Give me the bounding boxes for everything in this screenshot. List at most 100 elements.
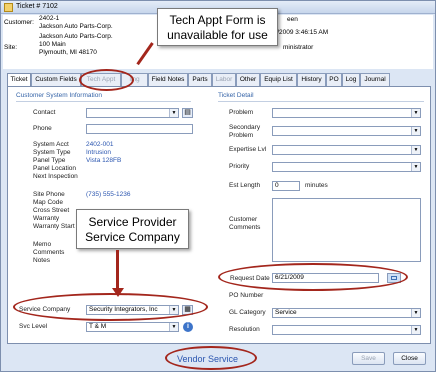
- chevron-down-icon: ▼: [169, 323, 178, 331]
- notes-label: Notes: [33, 257, 50, 264]
- system-type-value: Intrusion: [86, 149, 111, 156]
- warranty-label: Warranty: [33, 215, 60, 222]
- tab-custom-fields[interactable]: Custom Fields: [31, 73, 81, 86]
- header-right-3: ministrator: [283, 44, 314, 51]
- request-date-highlight: [218, 263, 408, 291]
- callout-arrow: [116, 250, 119, 290]
- contact-label: Contact: [33, 109, 56, 116]
- panel-type-label: Panel Type: [33, 157, 66, 164]
- phone-input[interactable]: [86, 124, 193, 134]
- warranty-start-label: Warranty Start: [33, 223, 75, 230]
- tab-other[interactable]: Other: [236, 73, 260, 86]
- chevron-down-icon: ▼: [411, 127, 420, 135]
- tab-history-label: History: [301, 76, 322, 83]
- panel-type-value: Vista 128FB: [86, 157, 122, 164]
- system-acct-label: System Acct: [33, 141, 69, 148]
- chevron-down-icon: ▼: [411, 326, 420, 334]
- svc-level-select[interactable]: T & M ▼: [86, 322, 179, 332]
- priority-label: Priority: [229, 163, 250, 170]
- tab-po[interactable]: PO: [326, 73, 342, 86]
- window-title: Ticket # 7102: [16, 3, 58, 10]
- priority-select[interactable]: ▼: [272, 162, 421, 172]
- card-icon: ▤: [184, 109, 191, 116]
- system-acct-value[interactable]: 2402-001: [86, 141, 113, 148]
- problem-label: Problem: [229, 109, 254, 116]
- tab-log-label: Log: [345, 76, 357, 83]
- svc-level-value: T & M: [89, 323, 107, 330]
- service-company-highlight: [13, 293, 208, 321]
- chevron-down-icon: ▼: [411, 109, 420, 117]
- tab-equip-list-label: Equip List: [264, 76, 293, 83]
- expertise-select[interactable]: ▼: [272, 145, 421, 155]
- contact-select[interactable]: ▼: [86, 108, 179, 118]
- svc-level-label: Svc Level: [19, 323, 48, 330]
- phone-label: Phone: [33, 125, 52, 132]
- save-button[interactable]: Save: [352, 352, 385, 365]
- close-button[interactable]: Close: [393, 352, 426, 365]
- tech-appt-callout: Tech Appt Form is unavailable for use: [157, 8, 278, 46]
- tab-journal[interactable]: Journal: [360, 73, 390, 86]
- section-divider: [218, 101, 424, 102]
- problem-select[interactable]: ▼: [272, 108, 421, 118]
- tab-po-label: PO: [329, 76, 339, 83]
- customer-system-section-title: Customer System Information: [16, 92, 102, 99]
- customer-acct: 2402-1: [39, 15, 60, 22]
- site-city: Plymouth, MI 48170: [39, 49, 97, 56]
- customer-comments-label: Customer Comments: [229, 216, 261, 231]
- cross-street-label: Cross Street: [33, 207, 70, 214]
- chevron-down-icon: ▼: [411, 163, 420, 171]
- chevron-down-icon: ▼: [411, 146, 420, 154]
- save-button-label: Save: [361, 355, 376, 362]
- map-code-label: Map Code: [33, 199, 63, 206]
- panel-location-label: Panel Location: [33, 165, 77, 172]
- site-phone-value: (735) 555-1236: [86, 191, 131, 198]
- tab-ticket-label: Ticket: [10, 76, 28, 83]
- chevron-down-icon: ▼: [169, 109, 178, 117]
- site-name: Jackson Auto Parts-Corp.: [39, 33, 113, 40]
- tab-strip: Ticket Custom Fields Tech Appt ling Fiel…: [7, 73, 431, 88]
- memo-label: Memo: [33, 241, 52, 248]
- tab-field-notes[interactable]: Field Notes: [148, 73, 188, 86]
- vendor-service-highlight: [165, 346, 257, 370]
- chevron-down-icon: ▼: [411, 309, 420, 317]
- close-button-label: Close: [401, 355, 418, 362]
- est-length-label: Est Length: [229, 182, 261, 189]
- site-label: Site:: [4, 44, 18, 51]
- site-street: 100 Main: [39, 41, 66, 48]
- tab-other-label: Other: [239, 76, 257, 83]
- tab-parts-label: Parts: [192, 76, 208, 83]
- customer-name: Jackson Auto Parts-Corp.: [39, 23, 113, 30]
- gl-category-select[interactable]: Service ▼: [272, 308, 421, 318]
- tab-log[interactable]: Log: [342, 73, 360, 86]
- ticket-icon: [4, 3, 13, 12]
- resolution-select[interactable]: ▼: [272, 325, 421, 335]
- tech-appt-highlight: [79, 69, 134, 91]
- ticket-window: Ticket # 7102 Customer: 2402-1 Jackson A…: [0, 0, 436, 372]
- est-length-unit: minutes: [305, 182, 328, 189]
- section-divider: [16, 101, 191, 102]
- gl-category-value: Service: [275, 309, 297, 316]
- customer-label: Customer:: [4, 19, 34, 26]
- ticket-detail-section-title: Ticket Detail: [218, 92, 254, 99]
- system-type-label: System Type: [33, 149, 71, 156]
- header-right-2: 21/2009 3:46:15 AM: [270, 29, 329, 36]
- contact-lookup-button[interactable]: ▤: [182, 108, 193, 118]
- tab-journal-label: Journal: [364, 76, 386, 83]
- comments-label: Comments: [33, 249, 65, 256]
- info-icon[interactable]: i: [183, 322, 193, 332]
- secondary-problem-select[interactable]: ▼: [272, 126, 421, 136]
- est-length-input[interactable]: 0: [272, 181, 300, 191]
- secondary-problem-label: Secondary Problem: [229, 124, 261, 139]
- tab-parts[interactable]: Parts: [188, 73, 212, 86]
- resolution-label: Resolution: [229, 326, 260, 333]
- gl-category-label: GL Category: [229, 309, 266, 316]
- tab-labor[interactable]: Labor: [212, 73, 236, 86]
- tab-field-notes-label: Field Notes: [151, 76, 185, 83]
- service-provider-callout: Service Provider Service Company: [76, 209, 189, 249]
- po-number-label: PO Number: [229, 292, 264, 299]
- tab-history[interactable]: History: [297, 73, 326, 86]
- site-phone-label: Site Phone: [33, 191, 65, 198]
- est-length-value: 0: [275, 182, 279, 189]
- tab-equip-list[interactable]: Equip List: [260, 73, 297, 86]
- customer-comments-textarea[interactable]: [272, 198, 421, 262]
